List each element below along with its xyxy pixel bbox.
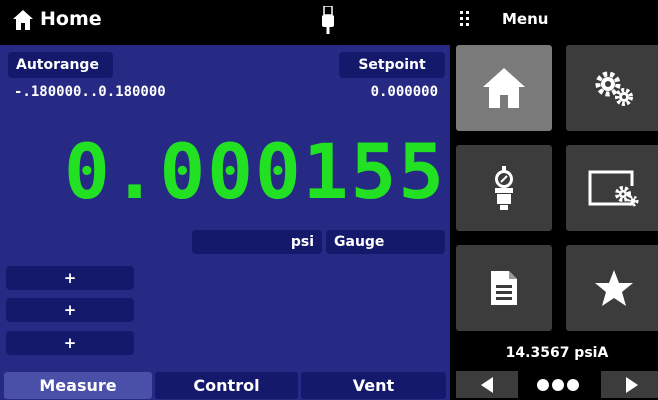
tab-vent[interactable]: Vent — [301, 372, 446, 399]
top-bar: Home Menu — [0, 0, 658, 40]
star-icon — [595, 270, 633, 306]
settings-gears-icon — [595, 71, 633, 106]
page-indicator — [535, 377, 581, 393]
tab-measure[interactable]: Measure — [4, 372, 152, 399]
previous-page-button[interactable] — [456, 371, 518, 398]
units-button[interactable]: psi — [192, 230, 322, 254]
document-icon — [491, 271, 517, 305]
usb-icon — [322, 6, 334, 34]
menu-tile-display[interactable] — [566, 145, 658, 231]
pressure-transducer-icon — [495, 166, 513, 210]
display-settings-icon — [588, 170, 639, 207]
next-page-button[interactable] — [601, 371, 658, 398]
aux-add-button-1[interactable]: + — [6, 266, 134, 290]
menu-tile-sensors[interactable] — [456, 145, 552, 231]
aux-add-button-2[interactable]: + — [6, 298, 134, 322]
menu-tile-home[interactable] — [456, 45, 552, 131]
tab-control[interactable]: Control — [155, 372, 298, 399]
page-dot — [552, 379, 564, 391]
home-icon[interactable] — [12, 9, 34, 31]
page-dot — [567, 379, 579, 391]
menu-tile-data[interactable] — [456, 245, 552, 331]
aux-add-button-3[interactable]: + — [6, 331, 134, 355]
arrow-left-icon — [481, 376, 493, 393]
menu-tile-favorites[interactable] — [566, 245, 658, 331]
home-icon — [483, 68, 525, 108]
menu-tile-settings[interactable] — [566, 45, 658, 131]
setpoint-button[interactable]: Setpoint — [339, 52, 445, 78]
menu-title: Menu — [502, 10, 549, 28]
autorange-button[interactable]: Autorange — [8, 52, 113, 78]
mode-button[interactable]: Gauge — [326, 230, 445, 254]
barometer-reading: 14.3567 psiA — [505, 345, 609, 361]
page-dot — [537, 379, 549, 391]
setpoint-value: 0.000000 — [370, 84, 438, 100]
page-title: Home — [40, 8, 102, 30]
pressure-reading: 0.000155 — [63, 127, 446, 216]
arrow-right-icon — [626, 376, 638, 393]
range-value: -.180000..0.180000 — [14, 84, 166, 100]
grip-icon[interactable] — [460, 11, 470, 27]
